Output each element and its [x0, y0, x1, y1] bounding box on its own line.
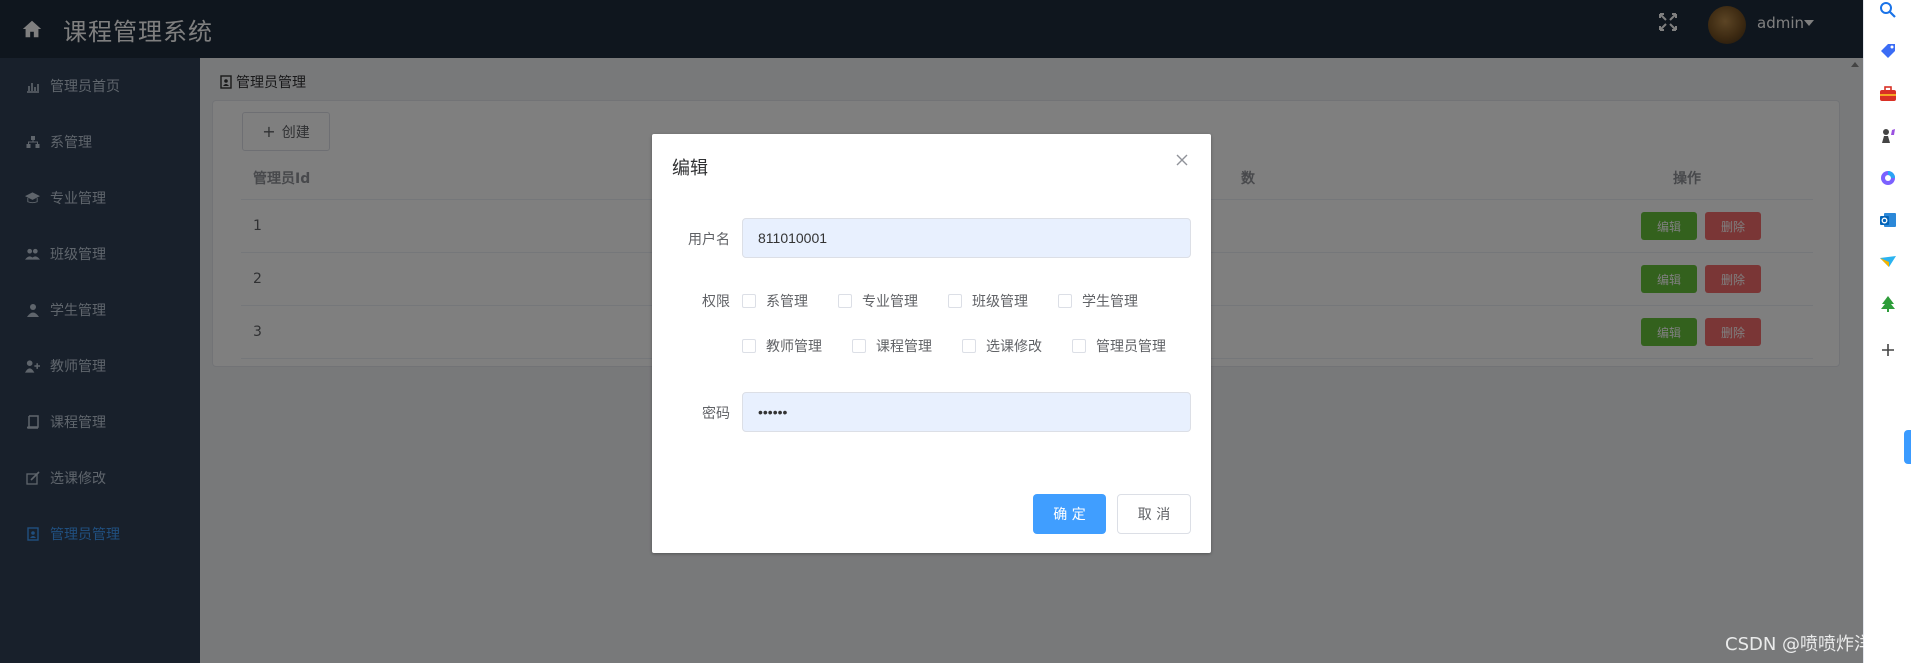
permission-checkbox[interactable]: 教师管理: [742, 336, 822, 356]
permission-checkbox[interactable]: 选课修改: [962, 336, 1042, 356]
watermark: CSDN @喷喷炸洋芋: [1725, 634, 1891, 655]
edit-dialog: 编辑 用户名 811010001 权限 系管理 专业管理 班级管理 学生管理 教…: [652, 134, 1211, 553]
toolbox-icon[interactable]: [1878, 84, 1898, 104]
tag-icon[interactable]: [1878, 42, 1898, 62]
checkbox-box[interactable]: [852, 339, 866, 353]
checkbox-label: 班级管理: [972, 294, 1028, 310]
checkbox-box[interactable]: [742, 339, 756, 353]
checkbox-box[interactable]: [838, 294, 852, 308]
checkbox-box[interactable]: [742, 294, 756, 308]
office-icon[interactable]: [1878, 168, 1898, 188]
browser-side-toolbar: [1863, 0, 1911, 663]
send-icon[interactable]: [1878, 252, 1898, 272]
side-panel-tab[interactable]: [1904, 430, 1911, 464]
checkbox-box[interactable]: [1058, 294, 1072, 308]
permissions-label: 权限: [702, 294, 730, 310]
checkbox-label: 学生管理: [1082, 294, 1138, 310]
cancel-button[interactable]: 取 消: [1117, 494, 1191, 534]
username-label: 用户名: [688, 232, 730, 248]
checkbox-label: 专业管理: [862, 294, 918, 310]
dialog-title: 编辑: [672, 158, 708, 179]
permission-checkbox[interactable]: 课程管理: [852, 336, 932, 356]
permission-checkbox[interactable]: 专业管理: [838, 291, 918, 311]
permission-checkbox[interactable]: 管理员管理: [1072, 336, 1166, 356]
checkbox-box[interactable]: [962, 339, 976, 353]
permission-checkbox[interactable]: 系管理: [742, 291, 808, 311]
checkbox-box[interactable]: [948, 294, 962, 308]
checkbox-box[interactable]: [1072, 339, 1086, 353]
add-icon[interactable]: [1878, 340, 1898, 360]
chess-icon[interactable]: [1878, 126, 1898, 146]
checkbox-label: 管理员管理: [1096, 339, 1166, 355]
password-label: 密码: [702, 406, 730, 422]
tree-icon[interactable]: [1878, 294, 1898, 314]
password-field[interactable]: ••••••: [742, 392, 1191, 432]
confirm-button[interactable]: 确 定: [1033, 494, 1106, 534]
checkbox-label: 课程管理: [876, 339, 932, 355]
permission-checkbox[interactable]: 学生管理: [1058, 291, 1138, 311]
permission-checkbox[interactable]: 班级管理: [948, 291, 1028, 311]
checkbox-label: 教师管理: [766, 339, 822, 355]
checkbox-label: 选课修改: [986, 339, 1042, 355]
close-icon[interactable]: [1174, 152, 1190, 168]
search-icon[interactable]: [1878, 0, 1898, 20]
username-field[interactable]: 811010001: [742, 218, 1191, 258]
outlook-icon[interactable]: [1878, 210, 1898, 230]
checkbox-label: 系管理: [766, 294, 808, 310]
